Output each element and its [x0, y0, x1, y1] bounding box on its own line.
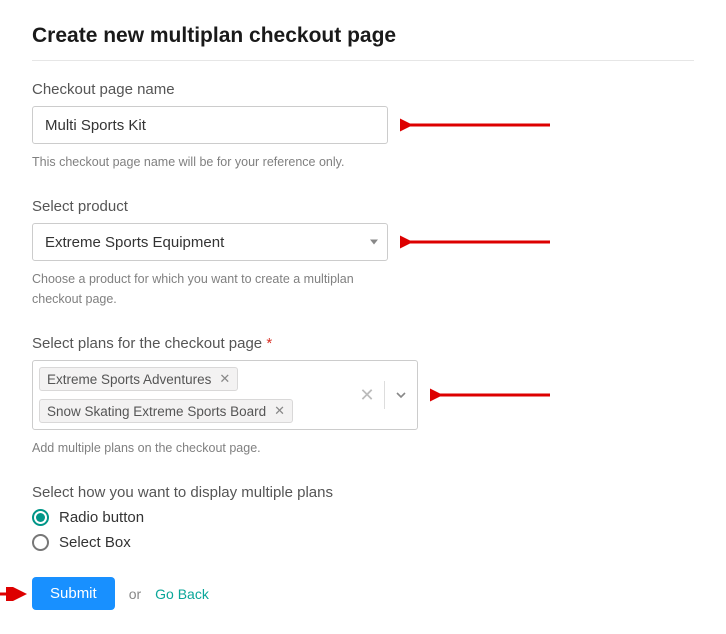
field-display: Select how you want to display multiple … — [32, 484, 694, 551]
remove-tag-icon[interactable]: ✕ — [219, 371, 230, 387]
product-label: Select product — [32, 198, 694, 215]
plan-tag-label: Extreme Sports Adventures — [47, 372, 211, 387]
clear-all-icon[interactable]: ✕ — [350, 385, 384, 406]
product-select[interactable]: Extreme Sports Equipment — [32, 223, 388, 261]
plans-label: Select plans for the checkout page * — [32, 335, 694, 352]
display-label: Select how you want to display multiple … — [32, 484, 694, 501]
plans-helper: Add multiple plans on the checkout page. — [32, 438, 402, 458]
form-actions: Submit or Go Back — [32, 577, 694, 610]
plans-label-text: Select plans for the checkout page — [32, 335, 262, 352]
page-name-label: Checkout page name — [32, 81, 694, 98]
radio-icon — [32, 534, 49, 551]
plans-tags-area: Extreme Sports Adventures ✕ Snow Skating… — [33, 361, 349, 429]
page-name-helper: This checkout page name will be for your… — [32, 152, 402, 172]
remove-tag-icon[interactable]: ✕ — [274, 403, 285, 419]
radio-label: Radio button — [59, 509, 144, 526]
radio-label: Select Box — [59, 534, 131, 551]
dropdown-toggle[interactable] — [385, 390, 417, 400]
product-select-value: Extreme Sports Equipment — [45, 234, 224, 251]
radio-option-select-box[interactable]: Select Box — [32, 534, 694, 551]
page-title: Create new multiplan checkout page — [32, 24, 694, 48]
field-product: Select product Extreme Sports Equipment … — [32, 198, 694, 309]
plan-tag-label: Snow Skating Extreme Sports Board — [47, 404, 266, 419]
page-name-input[interactable] — [32, 106, 388, 144]
radio-option-radio-button[interactable]: Radio button — [32, 509, 694, 526]
radio-icon — [32, 509, 49, 526]
arrow-icon — [400, 234, 550, 250]
product-helper: Choose a product for which you want to c… — [32, 269, 402, 309]
required-asterisk: * — [266, 335, 272, 352]
plans-multiselect[interactable]: Extreme Sports Adventures ✕ Snow Skating… — [32, 360, 418, 430]
go-back-link[interactable]: Go Back — [155, 586, 209, 602]
or-text: or — [129, 586, 141, 602]
arrow-icon — [430, 387, 550, 403]
submit-button[interactable]: Submit — [32, 577, 115, 610]
divider — [32, 60, 694, 61]
arrow-icon — [400, 117, 550, 133]
caret-down-icon — [370, 240, 378, 245]
plan-tag: Extreme Sports Adventures ✕ — [39, 367, 238, 391]
field-plans: Select plans for the checkout page * Ext… — [32, 335, 694, 458]
plan-tag: Snow Skating Extreme Sports Board ✕ — [39, 399, 293, 423]
field-page-name: Checkout page name This checkout page na… — [32, 81, 694, 172]
chevron-down-icon — [396, 390, 406, 400]
arrow-icon — [0, 587, 30, 601]
multiselect-controls: ✕ — [349, 361, 417, 429]
